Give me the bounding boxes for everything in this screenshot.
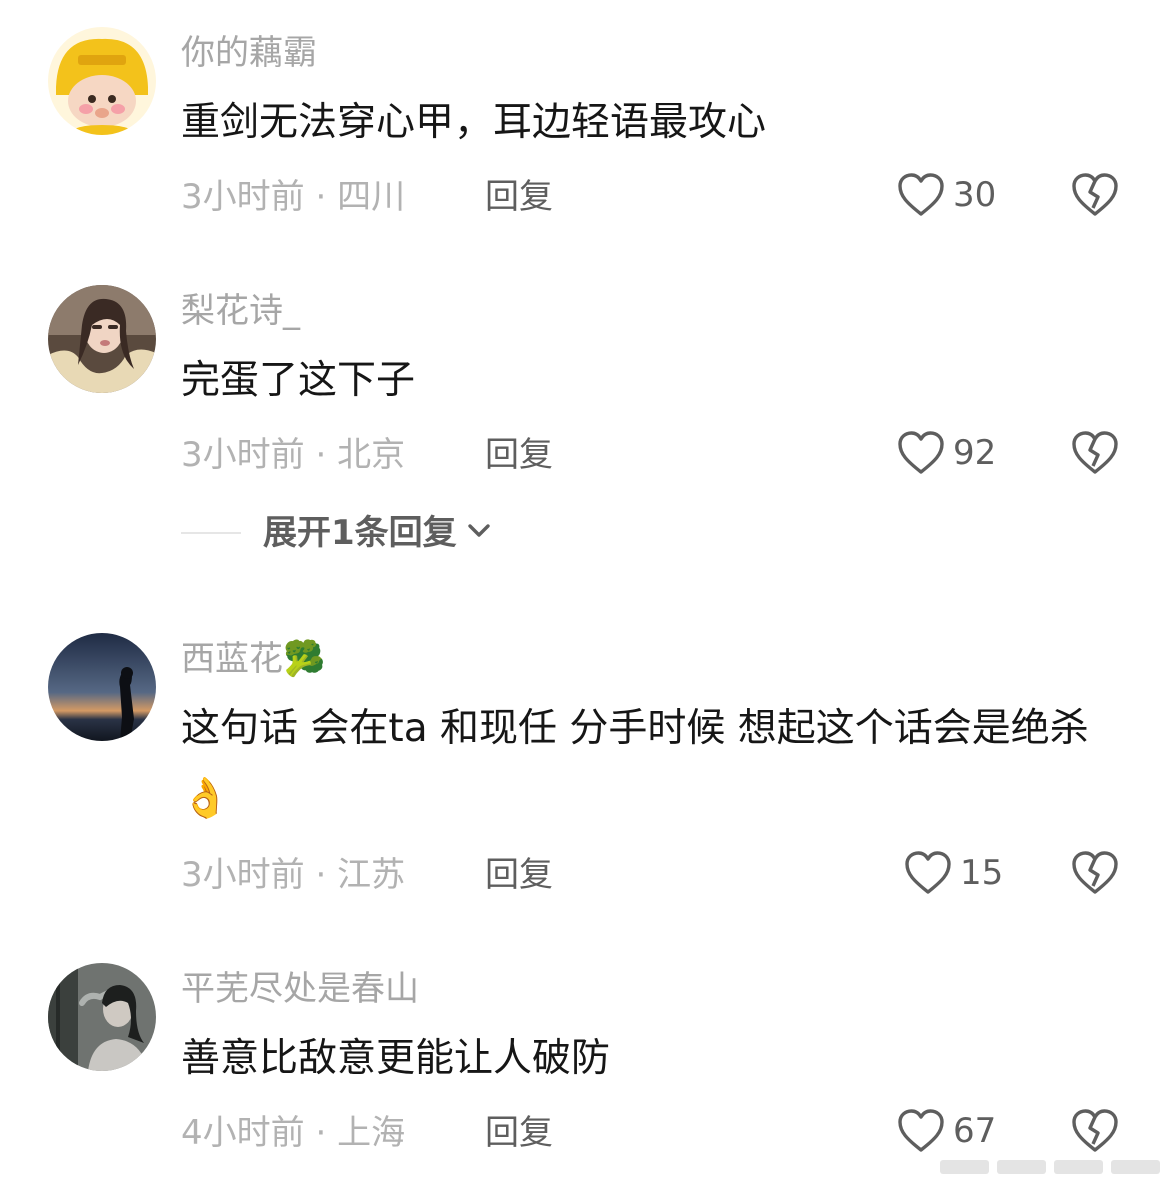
- reply-button[interactable]: 回复: [485, 435, 553, 475]
- comment-time: 3小时前: [181, 855, 305, 895]
- dislike-button[interactable]: [1071, 1108, 1119, 1158]
- broken-heart-icon: [1071, 1109, 1119, 1158]
- username[interactable]: 你的藕霸: [181, 33, 317, 73]
- username-text: 西蓝花: [181, 639, 283, 679]
- avatar[interactable]: [48, 963, 156, 1071]
- reply-button[interactable]: 回复: [485, 177, 553, 217]
- watermark-segment: [1111, 1160, 1160, 1174]
- expand-replies-label: 展开1条回复: [263, 513, 457, 553]
- meta-separator: ·: [315, 435, 327, 475]
- avatar[interactable]: [48, 285, 156, 393]
- heart-outline-icon: [897, 430, 945, 476]
- comment-text-content: 这句话 会在ta 和现任 分手时候 想起这个话会是绝杀: [181, 706, 1089, 751]
- broccoli-icon: 🥦: [283, 639, 326, 679]
- heart-outline-icon: [897, 1108, 945, 1154]
- comment-time: 3小时前: [181, 435, 305, 475]
- chevron-down-icon: [467, 523, 491, 543]
- broken-heart-icon: [1071, 431, 1119, 480]
- meta-separator: ·: [315, 177, 327, 217]
- comment-text: 完蛋了这下子: [181, 358, 416, 403]
- like-count: 92: [953, 433, 997, 473]
- like-button[interactable]: 15: [904, 850, 1003, 896]
- comment-location: 四川: [337, 177, 406, 217]
- broken-heart-icon: [1071, 851, 1119, 900]
- username[interactable]: 西蓝花🥦: [181, 639, 325, 679]
- ok-hand-icon: 👌: [181, 776, 230, 821]
- like-count: 30: [953, 175, 997, 215]
- avatar[interactable]: [48, 633, 156, 741]
- comment-location: 北京: [337, 435, 406, 475]
- reply-button[interactable]: 回复: [485, 1113, 553, 1153]
- comment-text: 这句话 会在ta 和现任 分手时候 想起这个话会是绝杀 👌: [181, 694, 1121, 834]
- broken-heart-icon: [1071, 173, 1119, 222]
- username[interactable]: 平芜尽处是春山: [181, 969, 419, 1009]
- dislike-button[interactable]: [1071, 850, 1119, 900]
- comment-meta: 4小时前 · 上海: [181, 1113, 405, 1153]
- comment-text: 善意比敌意更能让人破防: [181, 1036, 611, 1081]
- avatar[interactable]: [48, 27, 156, 135]
- dislike-button[interactable]: [1071, 172, 1119, 222]
- divider: [181, 532, 241, 534]
- meta-separator: ·: [315, 855, 327, 895]
- comment-time: 3小时前: [181, 177, 305, 217]
- like-button[interactable]: 67: [897, 1108, 996, 1154]
- like-button[interactable]: 30: [897, 172, 996, 218]
- heart-outline-icon: [897, 172, 945, 218]
- comment-location: 上海: [337, 1113, 406, 1153]
- comment-meta: 3小时前 · 北京: [181, 435, 405, 475]
- expand-replies-button[interactable]: 展开1条回复: [181, 513, 491, 553]
- like-count: 15: [960, 853, 1004, 893]
- dislike-button[interactable]: [1071, 430, 1119, 480]
- reply-button[interactable]: 回复: [485, 855, 553, 895]
- watermark-segment: [940, 1160, 989, 1174]
- username[interactable]: 梨花诗_: [181, 291, 300, 331]
- comment-meta: 3小时前 · 四川: [181, 177, 405, 217]
- meta-separator: ·: [315, 1113, 327, 1153]
- comment-text: 重剑无法穿心甲，耳边轻语最攻心: [181, 100, 767, 145]
- comment-meta: 3小时前 · 江苏: [181, 855, 405, 895]
- like-count: 67: [953, 1111, 997, 1151]
- watermark-segment: [997, 1160, 1046, 1174]
- watermark-segment: [1054, 1160, 1103, 1174]
- like-button[interactable]: 92: [897, 430, 996, 476]
- comment-time: 4小时前: [181, 1113, 305, 1153]
- heart-outline-icon: [904, 850, 952, 896]
- comment-location: 江苏: [337, 855, 406, 895]
- watermark-blur: [940, 1160, 1160, 1174]
